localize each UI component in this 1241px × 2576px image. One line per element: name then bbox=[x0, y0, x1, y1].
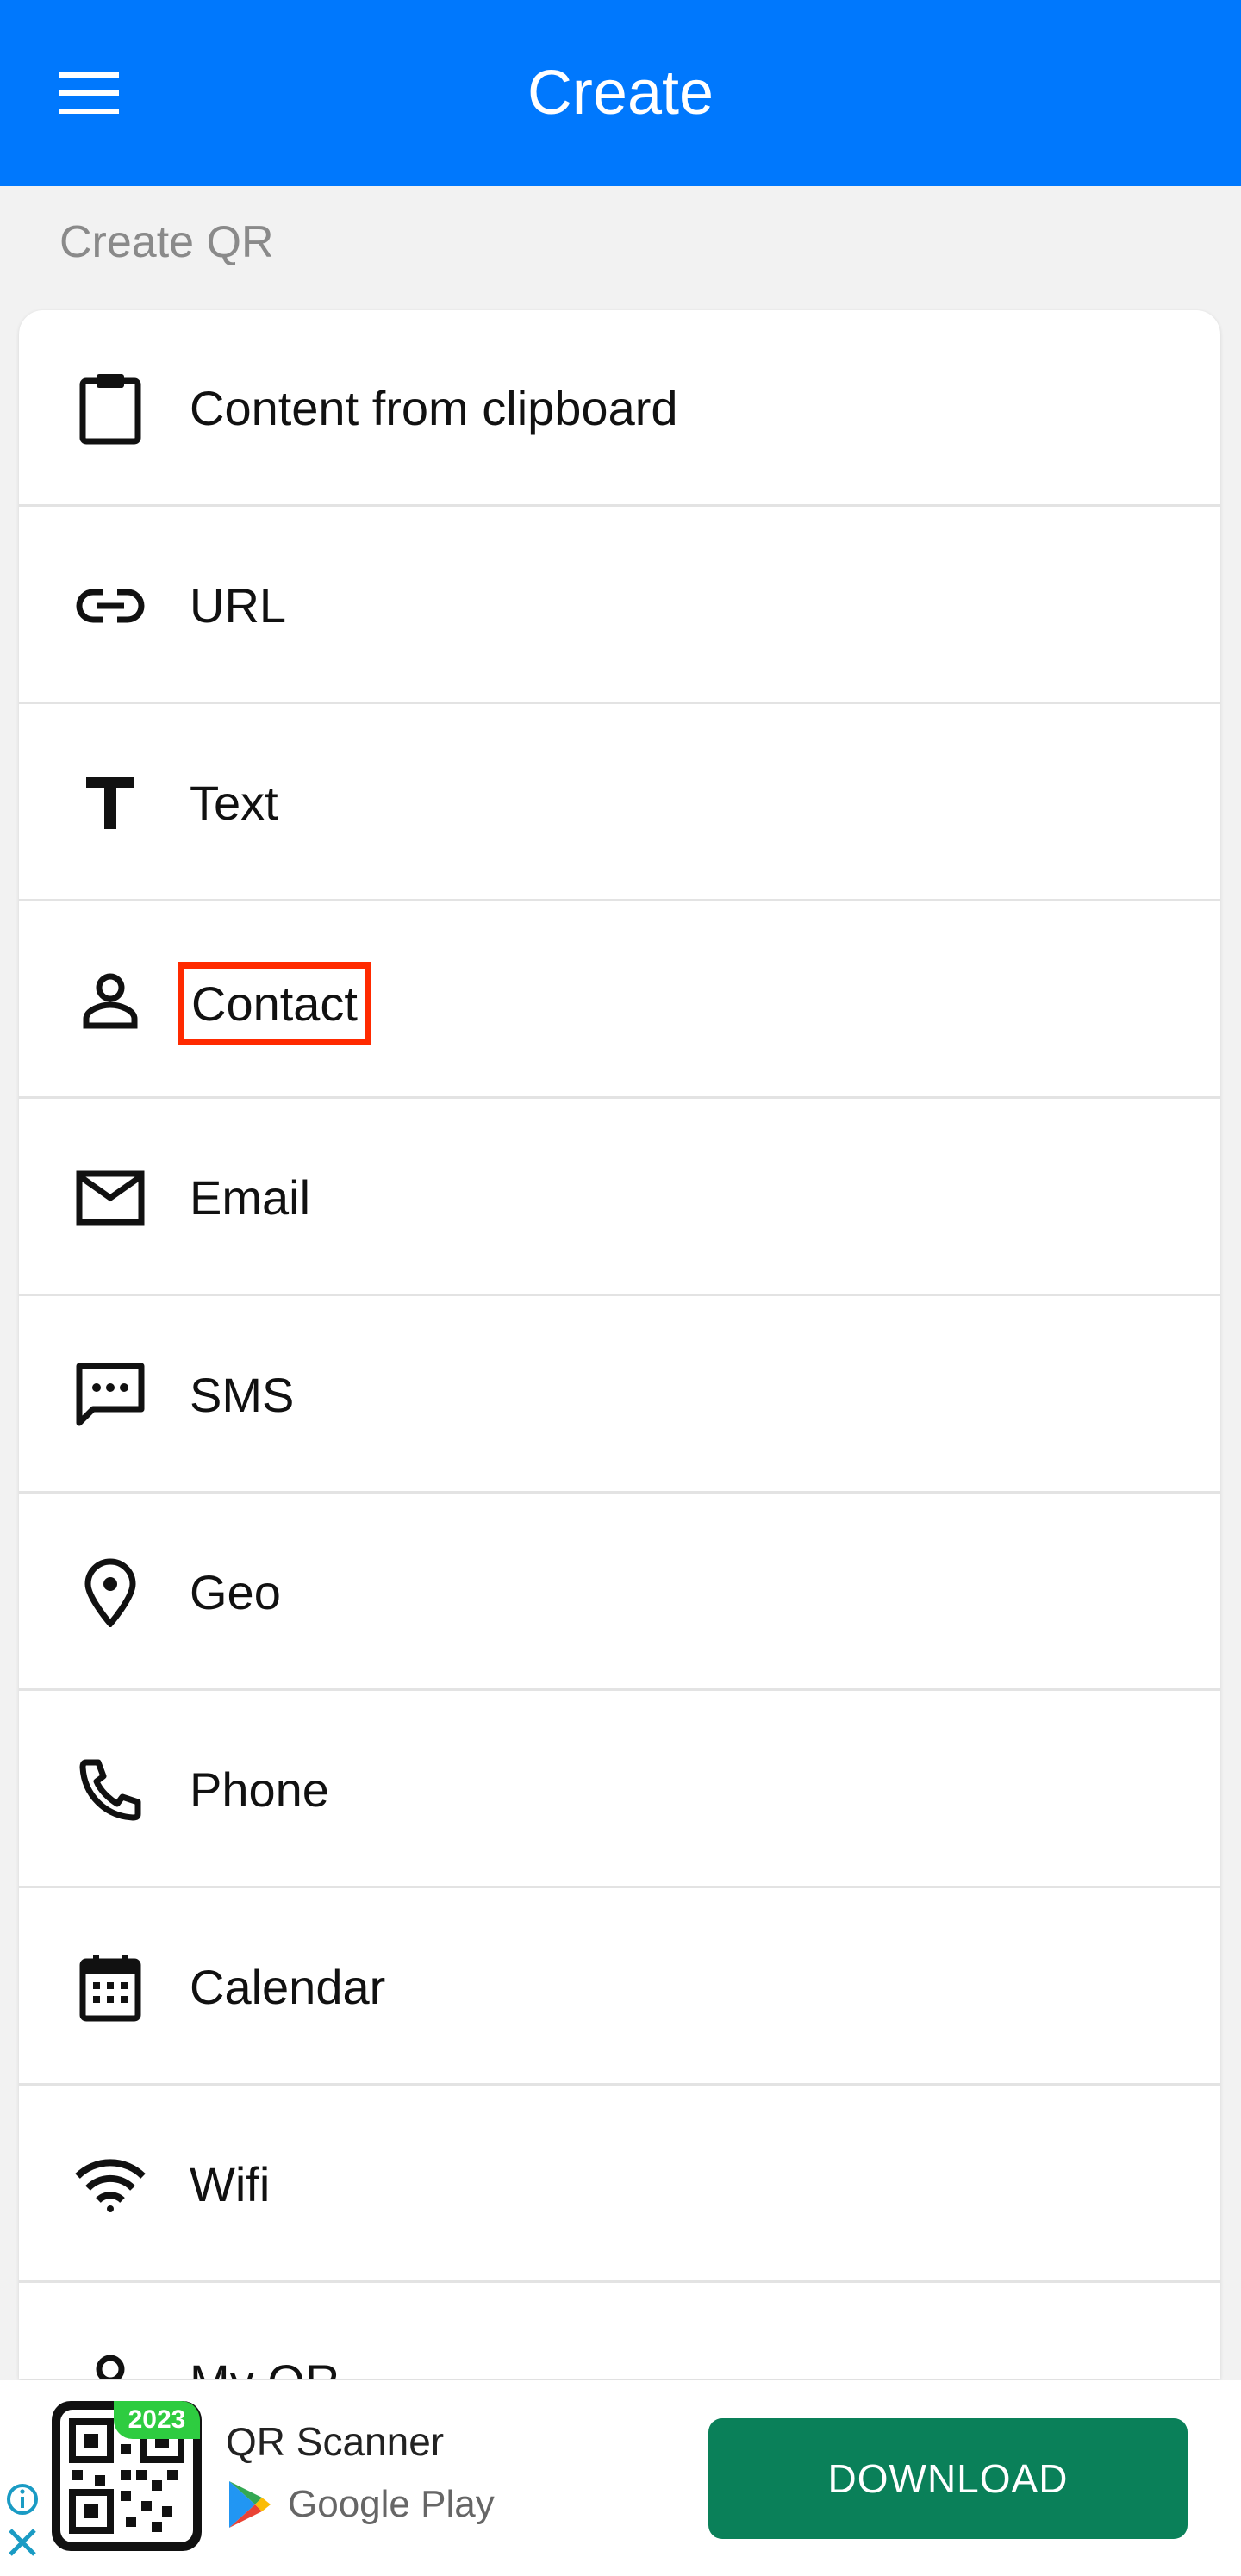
list-item-clipboard[interactable]: Content from clipboard bbox=[19, 310, 1220, 507]
download-button[interactable]: DOWNLOAD bbox=[708, 2418, 1188, 2539]
close-icon[interactable] bbox=[5, 2525, 40, 2560]
list-item-email[interactable]: Email bbox=[19, 1100, 1220, 1296]
list-item-sms[interactable]: SMS bbox=[19, 1297, 1220, 1494]
person-icon bbox=[96, 2355, 125, 2379]
item-label: My QR bbox=[190, 2284, 340, 2379]
list-item-url[interactable]: URL bbox=[19, 508, 1220, 704]
item-label: URL bbox=[190, 578, 287, 633]
page-title: Create bbox=[527, 59, 714, 128]
item-label: Content from clipboard bbox=[190, 381, 678, 435]
store-name: Google Play bbox=[288, 2483, 495, 2525]
app-bar: Create bbox=[0, 0, 1241, 186]
item-label: Text bbox=[190, 776, 278, 830]
create-options-list: Content from clipboard URL Text Contact … bbox=[19, 310, 1220, 2379]
google-play-icon bbox=[229, 2481, 271, 2528]
item-label: Phone bbox=[190, 1762, 329, 1817]
info-icon[interactable] bbox=[5, 2482, 40, 2517]
wifi-icon bbox=[75, 2159, 146, 2212]
section-label: Create QR bbox=[59, 217, 274, 267]
item-label: Wifi bbox=[190, 2157, 271, 2211]
message-icon bbox=[76, 1363, 145, 1426]
text-icon bbox=[86, 777, 134, 829]
item-label: Email bbox=[190, 1170, 311, 1225]
list-item-contact[interactable]: Contact bbox=[19, 902, 1220, 1099]
ad-app-name[interactable]: QR Scanner bbox=[226, 2418, 444, 2465]
mail-icon bbox=[76, 1170, 145, 1226]
person-icon bbox=[83, 973, 138, 1029]
list-item-text[interactable]: Text bbox=[19, 705, 1220, 901]
phone-icon bbox=[79, 1759, 141, 1821]
store-label[interactable]: Google Play bbox=[226, 2479, 495, 2530]
year-badge: 2023 bbox=[114, 2401, 200, 2439]
item-label: Geo bbox=[190, 1565, 281, 1619]
item-label: Contact bbox=[178, 962, 371, 1045]
list-item-my-qr[interactable]: My QR bbox=[19, 2284, 1220, 2379]
clipboard-icon bbox=[79, 374, 141, 445]
item-label: Calendar bbox=[190, 1960, 386, 2014]
list-item-wifi[interactable]: Wifi bbox=[19, 2086, 1220, 2283]
list-item-calendar[interactable]: Calendar bbox=[19, 1889, 1220, 2086]
calendar-icon bbox=[79, 1955, 141, 2022]
location-pin-icon bbox=[84, 1558, 136, 1627]
list-item-phone[interactable]: Phone bbox=[19, 1692, 1220, 1888]
item-label: SMS bbox=[190, 1368, 295, 1422]
link-icon bbox=[76, 589, 145, 623]
ad-banner[interactable]: 2023 QR Scanner Google Play DOWNLOAD bbox=[0, 2380, 1241, 2576]
list-item-geo[interactable]: Geo bbox=[19, 1494, 1220, 1691]
